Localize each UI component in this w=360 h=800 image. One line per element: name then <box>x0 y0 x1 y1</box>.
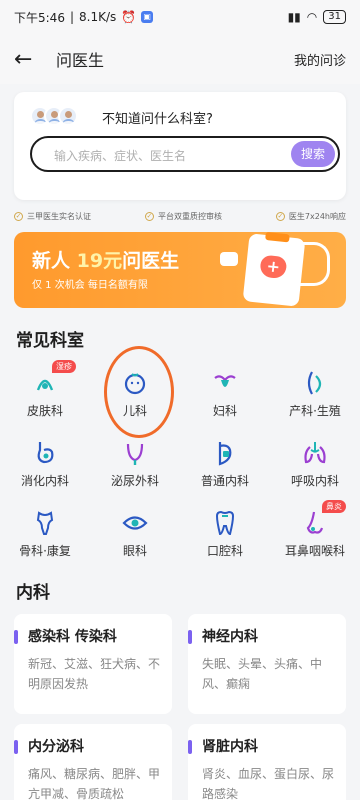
dept-card-nephrology[interactable]: 肾脏内科 肾炎、血尿、蛋白尿、尿路感染 <box>188 724 346 800</box>
dept-card-desc: 失眠、头晕、头痛、中风、癫痫 <box>202 657 323 691</box>
heart-plus-icon: + <box>259 254 288 280</box>
dept-label: 泌尿外科 <box>110 474 159 488</box>
dept-label: 骨科·康复 <box>19 544 71 558</box>
search-button[interactable]: 搜索 <box>291 141 335 167</box>
guarantee-text: 三甲医生实名认证 <box>27 211 91 221</box>
search-placeholder: 输入疾病、症状、医生名 <box>54 149 187 163</box>
dept-card-desc: 肾炎、血尿、蛋白尿、尿路感染 <box>202 767 335 800</box>
ask-question: 不知道问什么科室? <box>102 112 213 127</box>
bladder-icon <box>120 438 150 468</box>
battery-icon: 31 <box>323 10 346 24</box>
dept-label: 眼科 <box>122 544 147 558</box>
dept-respiratory[interactable]: 呼吸内科 <box>270 430 360 496</box>
dept-ophthalmology[interactable]: 眼科 <box>90 500 180 566</box>
doctor-avatars <box>30 106 78 126</box>
medicine-icon <box>210 438 240 468</box>
eye-icon <box>120 508 150 538</box>
dept-skin[interactable]: 湿疹 皮肤科 <box>0 360 90 426</box>
pregnancy-icon <box>300 368 330 398</box>
dept-label: 呼吸内科 <box>290 474 339 488</box>
banner-subtitle: 仅 1 次机会 每日名额有限 <box>32 280 148 291</box>
nav-bar: ← 问医生 我的问诊 <box>0 34 360 84</box>
dept-orthopedics[interactable]: 骨科·康复 <box>0 500 90 566</box>
dept-badge: 鼻炎 <box>322 500 346 513</box>
uterus-icon <box>210 368 240 398</box>
internal-medicine-title: 内科 <box>16 583 50 603</box>
guarantee-row: ✓ 三甲医生实名认证 ✓ 平台双重质控审核 ✓ 医生7x24h响应 <box>14 205 346 227</box>
network-speed: 8.1K/s <box>79 10 117 24</box>
back-arrow-icon[interactable]: ← <box>14 47 44 72</box>
dept-ent[interactable]: 鼻炎 耳鼻咽喉科 <box>270 500 360 566</box>
highlight-circle <box>104 346 174 438</box>
dept-card-neurology[interactable]: 神经内科 失眠、头晕、头痛、中风、癫痫 <box>188 614 346 714</box>
dept-badge: 湿疹 <box>52 360 76 373</box>
check-icon: ✓ <box>275 211 285 221</box>
guarantee-text: 医生7x24h响应 <box>288 211 346 221</box>
dept-gynecology[interactable]: 妇科 <box>180 360 270 426</box>
status-bar: 下午5:46 | 8.1K/s ⏰ ▣ ▮▮ ◠ 31 <box>0 0 360 34</box>
dept-card-desc: 痛风、糖尿病、肥胖、甲亢甲减、骨质疏松 <box>28 767 161 800</box>
ask-card: 不知道问什么科室? 输入疾病、症状、医生名 搜索 <box>14 92 346 200</box>
dept-card-name: 内分泌科 <box>28 739 84 755</box>
dept-label: 皮肤科 <box>26 404 63 418</box>
guarantee-text: 平台双重质控审核 <box>157 211 222 221</box>
banner-title: 新人 19元问医生 <box>32 250 180 272</box>
dept-card-infectious[interactable]: 感染科 传染科 新冠、艾滋、狂犬病、不明原因发热 <box>14 614 172 714</box>
promo-banner[interactable]: 新人 19元问医生 仅 1 次机会 每日名额有限 + <box>14 232 346 308</box>
dept-card-endocrinology[interactable]: 内分泌科 痛风、糖尿病、肥胖、甲亢甲减、骨质疏松 <box>14 724 172 800</box>
my-consultations-link[interactable]: 我的问诊 <box>294 50 346 69</box>
dept-general-internal[interactable]: 普通内科 <box>180 430 270 496</box>
dept-card-desc: 新冠、艾滋、狂犬病、不明原因发热 <box>28 657 161 691</box>
dept-label: 口腔科 <box>206 544 243 558</box>
stethoscope-icon <box>300 242 330 286</box>
common-departments-title: 常见科室 <box>16 331 84 351</box>
bone-icon <box>30 508 60 538</box>
dept-label: 耳鼻咽喉科 <box>284 544 345 558</box>
status-time: 下午5:46 <box>14 10 65 25</box>
app-notification-icon: ▣ <box>141 11 154 23</box>
clipboard-icon: + <box>242 232 306 307</box>
page-title: 问医生 <box>56 51 105 70</box>
wifi-icon: ◠ <box>306 10 318 24</box>
dept-urology[interactable]: 泌尿外科 <box>90 430 180 496</box>
lungs-icon <box>300 438 330 468</box>
tooth-icon <box>210 508 240 538</box>
dept-dental[interactable]: 口腔科 <box>180 500 270 566</box>
dept-label: 妇科 <box>212 404 237 418</box>
stomach-icon <box>30 438 60 468</box>
dept-card-name: 感染科 传染科 <box>28 629 117 645</box>
dept-gastro[interactable]: 消化内科 <box>0 430 90 496</box>
chat-bubble-icon <box>220 252 238 266</box>
avatar <box>58 106 78 126</box>
check-icon: ✓ <box>14 211 23 221</box>
dept-card-name: 神经内科 <box>202 629 258 645</box>
alarm-icon: ⏰ <box>121 10 137 24</box>
dept-obstetrics[interactable]: 产科·生殖 <box>270 360 360 426</box>
dept-label: 产科·生殖 <box>289 404 341 418</box>
check-icon: ✓ <box>144 211 154 221</box>
dept-label: 消化内科 <box>20 474 69 488</box>
dept-card-name: 肾脏内科 <box>202 739 258 755</box>
dept-label: 普通内科 <box>200 474 249 488</box>
signal-icon: ▮▮ <box>287 10 301 24</box>
search-input[interactable]: 输入疾病、症状、医生名 搜索 <box>30 136 340 172</box>
